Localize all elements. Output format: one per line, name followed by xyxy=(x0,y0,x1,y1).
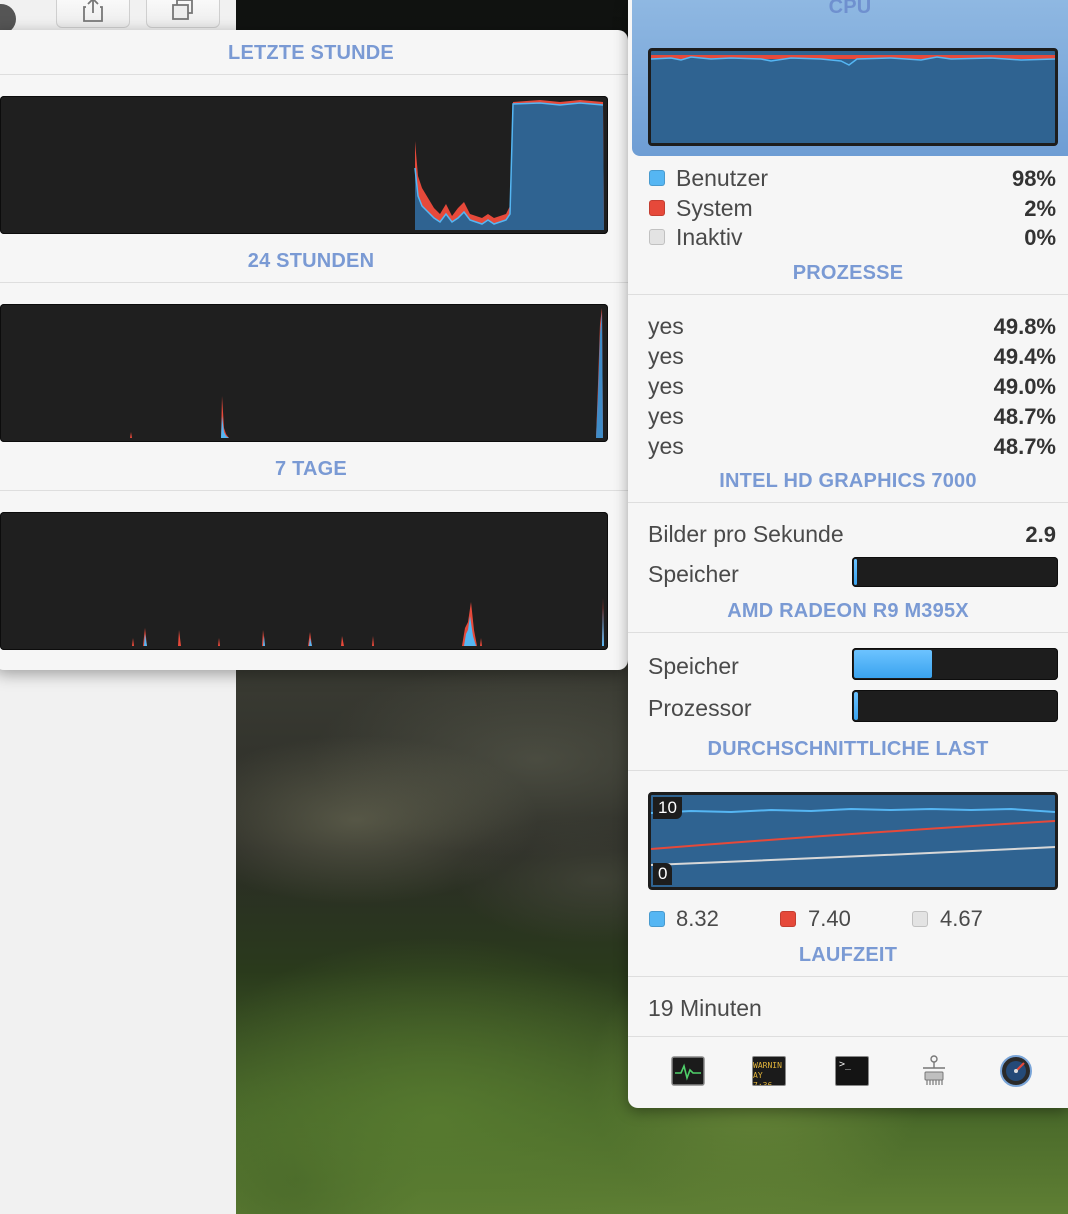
amd-memory-fill xyxy=(854,650,933,678)
legend-label-system: System xyxy=(676,195,753,221)
activity-monitor-icon[interactable] xyxy=(670,1054,706,1088)
legend-swatch-user xyxy=(649,170,665,186)
cpu-history-last-hour xyxy=(0,96,608,234)
divider xyxy=(628,294,1068,295)
process-name[interactable]: yes xyxy=(648,433,684,460)
cpu-section-header[interactable]: CPU xyxy=(632,0,1068,156)
intel-memory-bar xyxy=(852,557,1058,587)
load-value-5min: 7.40 xyxy=(808,906,851,931)
amd-processor-bar xyxy=(852,690,1058,722)
load-swatch-5min xyxy=(780,911,796,927)
amd-processor-fill xyxy=(854,692,859,720)
console-line: WARNIN xyxy=(753,1061,782,1070)
tabs-icon xyxy=(172,0,193,20)
section-title-cpu: CPU xyxy=(828,0,872,18)
divider xyxy=(628,770,1068,771)
legend-value-system: 2% xyxy=(1024,196,1056,221)
amd-memory-bar xyxy=(852,648,1058,680)
process-name[interactable]: yes xyxy=(648,343,684,370)
load-value-15min: 4.67 xyxy=(940,906,983,931)
disk-utility-icon[interactable] xyxy=(998,1054,1034,1088)
process-cpu-value: 48.7% xyxy=(993,434,1056,459)
console-line: AY 7:36 xyxy=(753,1071,773,1086)
share-icon xyxy=(83,0,103,22)
load-scale-min: 0 xyxy=(653,863,673,885)
section-title-amd-gpu: AMD RADEON R9 M395X xyxy=(727,600,969,622)
amd-memory-label: Speicher xyxy=(648,653,739,679)
divider xyxy=(0,74,628,75)
section-title-7-days: 7 TAGE xyxy=(275,458,347,480)
process-cpu-value: 48.7% xyxy=(993,404,1056,429)
section-title-intel-gpu: INTEL HD GRAPHICS 7000 xyxy=(719,470,977,492)
console-icon[interactable]: WARNIN AY 7:36 xyxy=(751,1054,787,1088)
share-button[interactable] xyxy=(56,0,130,28)
load-scale-max: 10 xyxy=(653,797,682,819)
divider xyxy=(628,502,1068,503)
section-title-processes: PROZESSE xyxy=(792,262,904,284)
intel-memory-label: Speicher xyxy=(648,561,739,587)
process-name[interactable]: yes xyxy=(648,313,684,340)
legend-label-idle: Inaktiv xyxy=(676,224,743,250)
terminal-icon[interactable]: >_ xyxy=(834,1054,870,1088)
cpu-usage-graph xyxy=(648,48,1058,146)
load-swatch-1min xyxy=(649,911,665,927)
divider xyxy=(0,490,628,491)
stats-panel: CPU Benutzer 98% System 2% Inaktiv 0% PR… xyxy=(628,0,1068,1108)
intel-memory-fill xyxy=(854,559,857,585)
process-cpu-value: 49.8% xyxy=(993,314,1056,339)
load-average-graph: 10 0 xyxy=(648,792,1058,890)
cpu-history-7-days xyxy=(0,512,608,650)
process-name[interactable]: yes xyxy=(648,403,684,430)
history-popover: LETZTE STUNDE 24 STUNDEN 7 TAGE xyxy=(0,30,628,670)
divider xyxy=(628,1036,1068,1037)
fps-label: Bilder pro Sekunde xyxy=(648,521,844,547)
process-cpu-value: 49.4% xyxy=(993,344,1056,369)
terminal-prompt: >_ xyxy=(839,1059,852,1070)
section-title-24-hours: 24 STUNDEN xyxy=(247,250,375,272)
legend-label-user: Benutzer xyxy=(676,165,769,191)
fps-value: 2.9 xyxy=(1025,522,1056,547)
legend-value-idle: 0% xyxy=(1024,225,1056,250)
system-information-icon[interactable] xyxy=(916,1054,952,1088)
cpu-history-24-hours xyxy=(0,304,608,442)
load-swatch-15min xyxy=(912,911,928,927)
process-cpu-value: 49.0% xyxy=(993,374,1056,399)
process-name[interactable]: yes xyxy=(648,373,684,400)
section-title-load-average: DURCHSCHNITTLICHE LAST xyxy=(707,738,989,760)
amd-processor-label: Prozessor xyxy=(648,695,752,721)
legend-swatch-system xyxy=(649,200,665,216)
divider xyxy=(628,976,1068,977)
uptime-value: 19 Minuten xyxy=(648,995,762,1021)
section-title-last-hour: LETZTE STUNDE xyxy=(228,42,394,64)
divider xyxy=(0,282,628,283)
legend-swatch-idle xyxy=(649,229,665,245)
section-title-uptime: LAUFZEIT xyxy=(798,944,898,966)
load-value-1min: 8.32 xyxy=(676,906,719,931)
divider xyxy=(628,632,1068,633)
tabs-button[interactable] xyxy=(146,0,220,28)
legend-value-user: 98% xyxy=(1011,166,1056,191)
